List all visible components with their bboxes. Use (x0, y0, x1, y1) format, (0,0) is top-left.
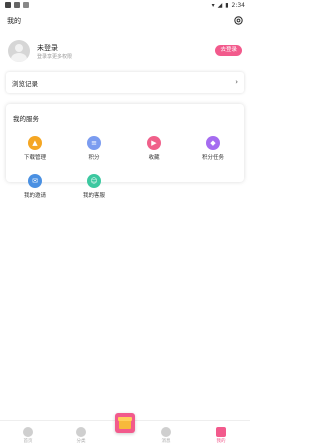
browse-history-label: 浏览记录 (12, 80, 38, 88)
signal-icon: ◢ (217, 2, 223, 9)
browse-history-row[interactable]: 浏览记录 › (6, 72, 244, 93)
bottom-navigation: 首页 分类 消息 我的 (0, 413, 250, 444)
nav-message[interactable]: 消息 (151, 423, 181, 444)
service-support-label: 我的客服 (82, 193, 105, 199)
nav-category[interactable]: 分类 (66, 423, 96, 444)
service-points[interactable]: ≡ 积分 (74, 136, 114, 161)
wifi-icon: ▾ (211, 2, 215, 9)
service-points-task-label: 积分任务 (201, 155, 224, 161)
notification-icon-2 (23, 2, 29, 8)
chevron-right-icon: › (235, 78, 238, 86)
gear-icon[interactable] (233, 15, 244, 26)
task-icon: ◆ (206, 136, 220, 150)
avatar[interactable] (8, 40, 30, 62)
service-favorite-label: 收藏 (148, 155, 160, 161)
service-favorite[interactable]: ▶ 收藏 (134, 136, 174, 161)
gift-box-icon (119, 420, 131, 429)
services-title: 我的服务 (13, 115, 39, 123)
battery-icon: ▮ (225, 2, 229, 9)
nav-home[interactable]: 首页 (13, 423, 43, 444)
service-icon: ☺ (87, 174, 101, 188)
service-points-task[interactable]: ◆ 积分任务 (193, 136, 233, 161)
service-invite[interactable]: ✉ 我的邀请 (15, 174, 55, 199)
category-icon (76, 427, 86, 437)
status-bar: ▾ ◢ ▮ 2:34 (0, 0, 250, 12)
gift-button[interactable] (115, 413, 135, 433)
favorite-icon: ▶ (147, 136, 161, 150)
service-support[interactable]: ☺ 我的客服 (74, 174, 114, 199)
notification-icon (14, 2, 20, 8)
gift-lid-icon (118, 417, 132, 421)
page-title: 我的 (7, 17, 21, 25)
app-notification-icon (5, 2, 11, 8)
services-card: 我的服务 ▲ 下载管理 ≡ 积分 ▶ 收藏 ◆ 积分任务 ✉ 我的邀请 ☺ 我的… (6, 104, 244, 199)
nav-message-label: 消息 (161, 439, 171, 444)
page-header: 我的 (0, 12, 250, 30)
service-points-label: 积分 (88, 155, 100, 161)
profile-section[interactable]: 未登录 登录享更多权限 去登录 (0, 36, 250, 68)
status-time: 2:34 (231, 2, 245, 9)
service-download[interactable]: ▲ 下载管理 (15, 136, 55, 161)
nav-mine[interactable]: 我的 (206, 423, 236, 444)
points-icon: ≡ (87, 136, 101, 150)
user-icon (216, 427, 226, 437)
nav-category-label: 分类 (76, 439, 86, 444)
nav-home-label: 首页 (23, 439, 33, 444)
download-icon: ▲ (28, 136, 42, 150)
login-hint: 登录享更多权限 (37, 54, 73, 60)
nav-mine-label: 我的 (216, 439, 226, 444)
service-download-label: 下载管理 (23, 155, 46, 161)
service-invite-label: 我的邀请 (23, 193, 46, 199)
message-icon (161, 427, 171, 437)
login-button[interactable]: 去登录 (215, 45, 242, 56)
invite-icon: ✉ (28, 174, 42, 188)
home-icon (23, 427, 33, 437)
user-name: 未登录 (37, 44, 58, 52)
